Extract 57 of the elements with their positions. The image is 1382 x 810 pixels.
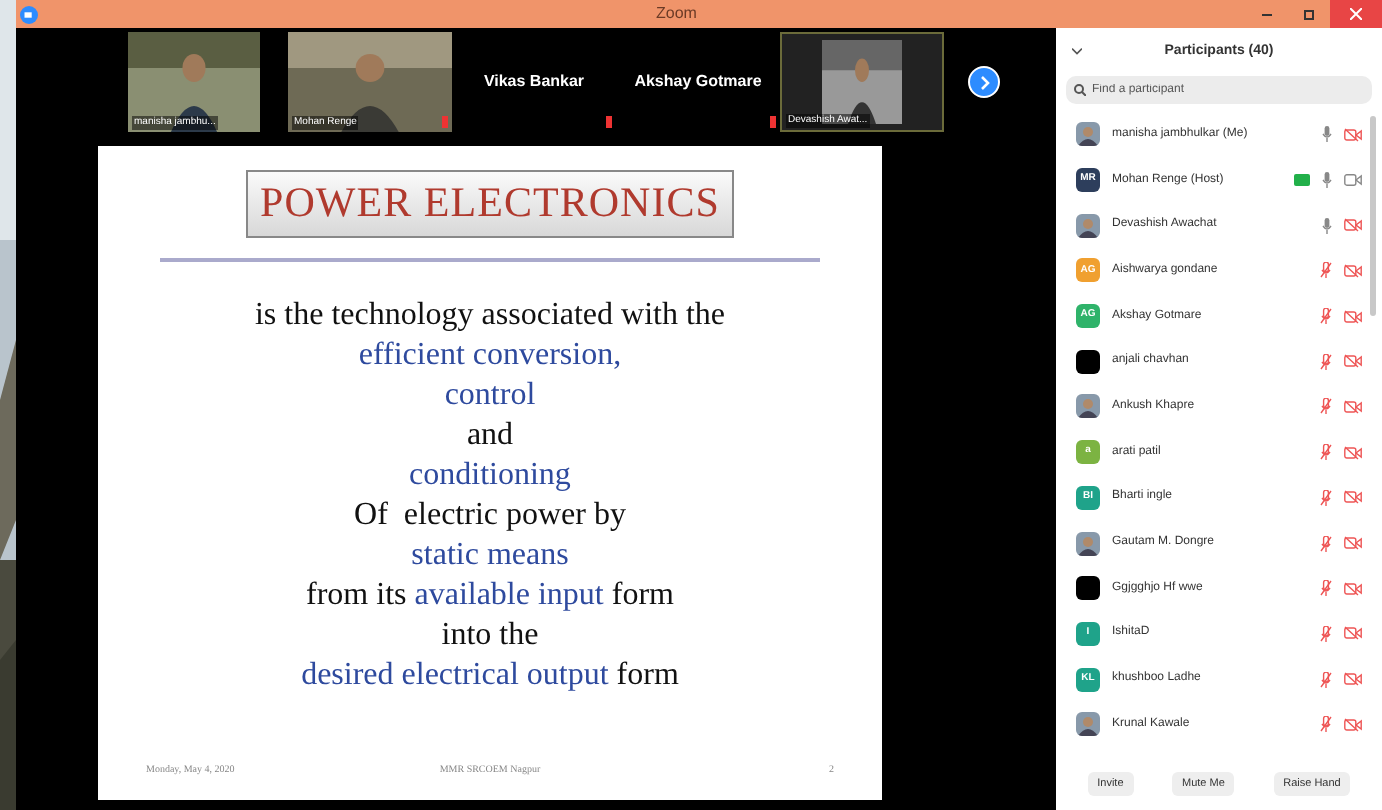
- collapse-icon[interactable]: [1072, 48, 1082, 56]
- camera-icon[interactable]: [1344, 174, 1362, 187]
- slide-text: desired electrical output: [301, 658, 609, 694]
- microphone-icon[interactable]: [1322, 217, 1332, 234]
- slide-title: POWER ELECTRONICS: [259, 176, 720, 231]
- muted-microphone-icon[interactable]: [1320, 625, 1332, 642]
- slide-text: control: [444, 378, 536, 414]
- camera-off-icon[interactable]: [1344, 445, 1362, 460]
- camera-off-icon[interactable]: [1344, 399, 1362, 414]
- muted-microphone-icon[interactable]: [1320, 716, 1332, 733]
- muted-microphone-icon[interactable]: [1320, 535, 1332, 552]
- slide-text: static means: [411, 538, 569, 574]
- slide-text: Of electric power by: [354, 498, 626, 534]
- microphone-icon[interactable]: [1322, 126, 1332, 143]
- slide-text: is the technology associated with the: [254, 298, 726, 334]
- camera-off-icon[interactable]: [1344, 490, 1362, 505]
- close-button[interactable]: [1330, 0, 1382, 28]
- participant-name: Akshay Gotmare: [634, 70, 762, 94]
- slide-text: efficient conversion,: [358, 338, 622, 374]
- search-icon: [1074, 84, 1086, 96]
- slide-text: into the: [441, 618, 539, 654]
- minimize-icon[interactable]: [1262, 13, 1272, 15]
- app-icon: [20, 5, 38, 23]
- muted-microphone-icon[interactable]: [1320, 308, 1332, 325]
- camera-off-icon[interactable]: [1344, 354, 1362, 369]
- muted-microphone-icon[interactable]: [1320, 444, 1332, 461]
- slide-text: from its: [306, 578, 409, 614]
- close-icon[interactable]: [1350, 8, 1362, 20]
- participant-name: Vikas Bankar: [483, 70, 585, 94]
- camera-off-icon[interactable]: [1344, 127, 1362, 142]
- camera-off-icon[interactable]: [1344, 263, 1362, 278]
- camera-off-icon[interactable]: [1344, 218, 1362, 233]
- camera-off-icon[interactable]: [1344, 581, 1362, 596]
- scrollbar[interactable]: [1370, 116, 1376, 316]
- muted-microphone-icon[interactable]: [1320, 489, 1332, 506]
- slide-text: and: [466, 418, 514, 454]
- avatar: [1076, 349, 1100, 374]
- window-title: Zoom: [656, 2, 697, 26]
- microphone-icon[interactable]: [1322, 172, 1332, 189]
- muted-microphone-icon[interactable]: [1320, 671, 1332, 688]
- muted-microphone-icon[interactable]: [1320, 398, 1332, 415]
- muted-microphone-icon[interactable]: [1320, 353, 1332, 370]
- slide-text: form: [614, 658, 679, 694]
- chevron-icon: [979, 75, 989, 89]
- avatar: [1076, 576, 1100, 601]
- muted-microphone-icon[interactable]: [1320, 262, 1332, 279]
- muted-microphone-icon[interactable]: [1320, 580, 1332, 597]
- camera-off-icon[interactable]: [1344, 536, 1362, 551]
- next-button[interactable]: [968, 66, 1000, 98]
- slide-text: conditioning: [409, 458, 571, 494]
- camera-off-icon[interactable]: [1344, 626, 1362, 641]
- camera-off-icon[interactable]: [1344, 672, 1362, 687]
- slide-text: form: [609, 578, 674, 614]
- slide-text: available input: [414, 578, 604, 614]
- camera-off-icon[interactable]: [1344, 309, 1362, 324]
- restore-icon[interactable]: [1304, 9, 1314, 19]
- camera-off-icon[interactable]: [1344, 717, 1362, 732]
